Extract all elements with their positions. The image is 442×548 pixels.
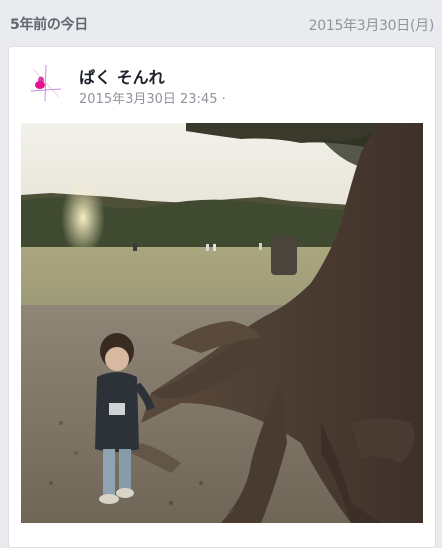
post-card: ぱく そんれ 2015年3月30日 23:45 · — [8, 46, 436, 548]
post-timestamp[interactable]: 2015年3月30日 23:45 · — [79, 88, 226, 107]
photo-image — [21, 123, 423, 523]
post-author[interactable]: ぱく そんれ — [79, 64, 165, 88]
post-photo[interactable] — [21, 123, 423, 523]
memory-header: 5年前の今日 2015年3月30日(月) — [0, 0, 442, 44]
memory-date: 2015年3月30日(月) — [308, 18, 435, 34]
memory-label: 5年前の今日 — [10, 17, 88, 33]
avatar[interactable] — [25, 61, 67, 103]
avatar-icon — [30, 64, 62, 102]
